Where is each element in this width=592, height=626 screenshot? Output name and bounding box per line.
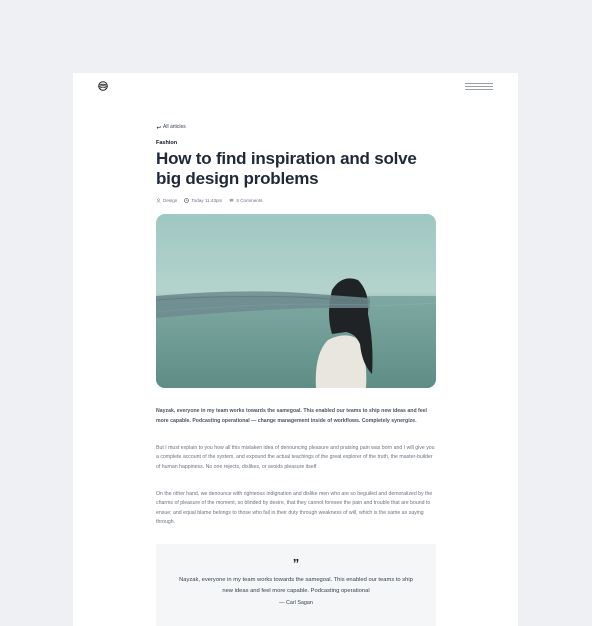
user-icon [156,198,161,203]
category-label[interactable]: Fashion [156,140,177,146]
quote-text: Nayzak, everyone in my team works toward… [179,577,413,594]
article-lead: Nayzak, everyone in my team works toward… [156,408,427,424]
logo-swirl-icon[interactable] [98,81,108,91]
article-paragraph: On the other hand, we denounce with righ… [156,491,433,525]
meta-time-label: Today 11:43pm [191,198,223,203]
menu-line [465,86,493,87]
article-title: How to find inspiration and solve big de… [156,149,417,188]
comment-bubble-icon [230,198,234,203]
menu-line [465,89,493,90]
arrow-return-left-icon [156,125,161,129]
back-link[interactable]: All articles [156,124,186,130]
meta-tag[interactable]: Design [156,198,177,203]
article-paragraph: But I must explain to you how all this m… [156,445,435,470]
meta-tag-label: Design [163,198,178,203]
meta-time: Today 11:43pm [184,198,222,203]
article-meta: Design Today 11:43pm 8 Comments [156,198,262,203]
hero-image [156,214,436,388]
menu-line [465,83,493,84]
clock-icon [184,198,190,203]
blindfolded-woman-seaside-photo [156,214,436,388]
back-link-label: All articles [163,124,186,130]
quote-mark-icon: ” [292,556,300,571]
meta-comments-label: 8 Comments [236,198,263,203]
meta-comments[interactable]: 8 Comments [229,198,262,203]
quote-author: — Carl Sagan [279,600,313,606]
article-card: All articles Fashion How to find inspira… [73,73,518,626]
blockquote: ” Nayzak, everyone in my team works towa… [156,544,436,626]
hamburger-menu-icon[interactable] [465,83,493,91]
